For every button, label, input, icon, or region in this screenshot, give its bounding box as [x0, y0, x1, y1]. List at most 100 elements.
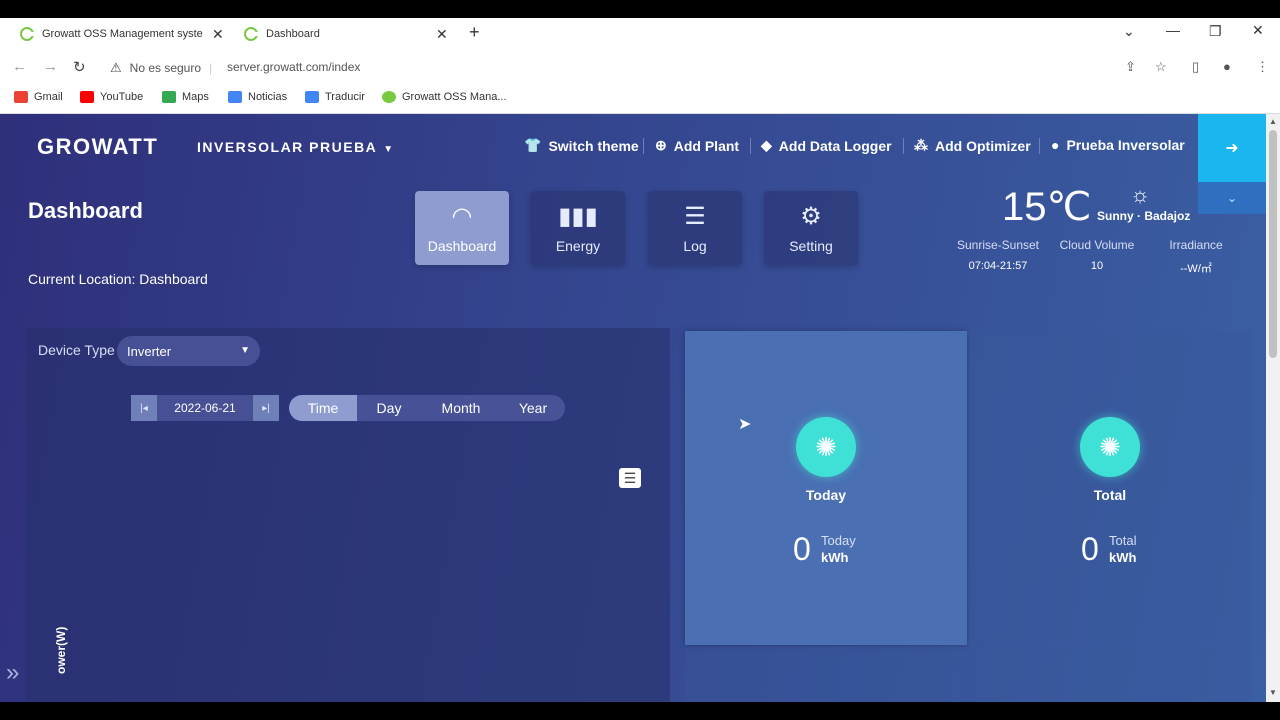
range-year[interactable]: Year	[501, 395, 565, 421]
share-icon[interactable]: ⇪	[1125, 59, 1136, 75]
logout-icon: ➜	[1225, 140, 1239, 157]
bookmark-star-icon[interactable]: ☆	[1155, 59, 1167, 75]
logout-button[interactable]: ➜	[1198, 114, 1266, 182]
growatt-dashboard-page: GROWATT INVERSOLAR PRUEBA ▼ 👕 Switch theme…	[0, 114, 1266, 702]
youtube-icon	[80, 91, 94, 103]
time-range-toggle: Time Day Month Year	[289, 395, 565, 421]
gmail-icon	[14, 91, 28, 103]
tag-icon: ◆	[761, 137, 772, 153]
temperature: 15℃	[1002, 185, 1092, 229]
bookmark-gmail[interactable]: Gmail	[14, 91, 63, 103]
tile-energy[interactable]: ▮▮▮ Energy	[531, 191, 625, 265]
maps-icon	[162, 91, 176, 103]
date-value[interactable]: 2022-06-21	[157, 401, 253, 415]
browser-tabstrip: Growatt OSS Management syste ✕ Dashboard…	[0, 18, 1280, 50]
bookmark-label: Gmail	[34, 91, 63, 103]
bar-chart-icon: ▮▮▮	[558, 203, 598, 230]
card-unit-top: Total	[1109, 533, 1137, 548]
group-icon: ⁂	[914, 137, 928, 153]
browser-tab-growatt-oss[interactable]: Growatt OSS Management syste ✕	[20, 18, 230, 50]
sunrise-value: 07:04-21:57	[968, 260, 1028, 272]
url-field[interactable]: server.growatt.com/index	[227, 60, 360, 74]
minimize-icon[interactable]: —	[1166, 22, 1180, 38]
side-panel-icon[interactable]: ▯	[1192, 59, 1199, 75]
caret-down-icon: ▼	[383, 144, 395, 155]
browser-tab-dashboard[interactable]: Dashboard ✕	[244, 18, 454, 50]
warning-triangle-icon: ⚠	[110, 60, 122, 75]
scroll-up-arrow-icon[interactable]: ▲	[1269, 117, 1277, 126]
switch-theme-button[interactable]: 👕 Switch theme	[524, 137, 639, 154]
range-time[interactable]: Time	[289, 395, 357, 421]
add-plant-button[interactable]: ⊕ Add Plant	[655, 137, 739, 154]
card-unit-bottom: kWh	[821, 550, 849, 565]
chart-menu-icon[interactable]: ☰	[619, 468, 641, 488]
scroll-down-arrow-icon[interactable]: ▼	[1269, 688, 1277, 697]
back-arrow-icon[interactable]: ←	[12, 58, 27, 75]
bookmark-label: Traducir	[325, 91, 365, 103]
new-tab-plus-icon[interactable]: +	[469, 22, 480, 43]
translate-icon	[305, 91, 319, 103]
sun-icon: ✺	[796, 417, 856, 477]
date-picker[interactable]: |◂ 2022-06-21 ▸|	[131, 395, 279, 421]
user-menu[interactable]: ● Prueba Inversolar	[1051, 137, 1185, 153]
scrollbar-thumb[interactable]	[1269, 130, 1277, 358]
sun-icon: ☼	[1130, 182, 1151, 207]
page-scrollbar[interactable]: ▲ ▼	[1266, 114, 1280, 702]
y-axis-label: ower(W)	[54, 626, 68, 674]
add-data-logger-button[interactable]: ◆ Add Data Logger	[761, 137, 892, 154]
tile-label: Energy	[555, 238, 601, 254]
restore-icon[interactable]: ❐	[1209, 23, 1222, 40]
bookmark-growatt[interactable]: Growatt OSS Mana...	[382, 91, 507, 103]
divider	[903, 138, 904, 154]
card-value: 0	[1081, 531, 1099, 567]
collapse-header-button[interactable]: ⌄	[1198, 182, 1266, 214]
news-icon	[228, 91, 242, 103]
tab-search-chevron-icon[interactable]: ⌄	[1123, 23, 1135, 40]
chart-panel	[26, 328, 670, 702]
shirt-icon: 👕	[524, 137, 542, 153]
bookmark-maps[interactable]: Maps	[162, 91, 209, 103]
total-energy-card: ✺ Total 0 Total kWh	[969, 331, 1251, 645]
irradiance-value: --W/㎡	[1180, 263, 1212, 275]
tile-log[interactable]: ☰ Log	[648, 191, 742, 265]
plant-selector[interactable]: INVERSOLAR PRUEBA ▼	[197, 139, 395, 155]
range-month[interactable]: Month	[421, 395, 501, 421]
divider: |	[209, 61, 213, 75]
more-menu-icon[interactable]: ⋮	[1256, 59, 1269, 75]
growatt-logo[interactable]: GROWATT	[37, 134, 158, 160]
bookmark-youtube[interactable]: YouTube	[80, 91, 143, 103]
list-icon: ☰	[684, 203, 706, 230]
prev-date-button[interactable]: |◂	[131, 395, 157, 421]
divider	[1039, 138, 1040, 154]
window-close-icon[interactable]: ✕	[1252, 22, 1264, 39]
device-type-value: Inverter	[127, 344, 172, 359]
breadcrumb: Current Location: Dashboard	[28, 271, 208, 287]
screen-bottom-border	[0, 702, 1280, 720]
add-optimizer-button[interactable]: ⁂ Add Optimizer	[914, 137, 1031, 154]
security-indicator[interactable]: ⚠ No es seguro |	[110, 60, 220, 76]
nav-label: Add Plant	[673, 137, 740, 154]
next-date-button[interactable]: ▸|	[253, 395, 279, 421]
tile-label: Log	[683, 238, 707, 254]
expand-chevron-icon[interactable]: »	[6, 659, 19, 687]
close-tab-icon[interactable]: ✕	[212, 26, 224, 43]
card-label: Total	[1093, 487, 1127, 503]
reload-icon[interactable]: ↻	[73, 58, 86, 76]
nav-label: Add Optimizer	[935, 137, 1031, 154]
bookmark-noticias[interactable]: Noticias	[228, 91, 287, 103]
close-tab-icon[interactable]: ✕	[436, 26, 448, 43]
bookmark-traducir[interactable]: Traducir	[305, 91, 365, 103]
range-day[interactable]: Day	[357, 395, 421, 421]
card-unit-bottom: kWh	[1109, 550, 1137, 565]
sun-icon: ✺	[1080, 417, 1140, 477]
tile-setting[interactable]: ⚙ Setting	[764, 191, 858, 265]
irradiance-label: Irradiance	[1169, 238, 1223, 252]
device-type-select[interactable]: Inverter ▼	[117, 336, 260, 366]
chevron-down-icon: ⌄	[1226, 191, 1238, 205]
stat-card-lower	[969, 647, 1251, 702]
forward-arrow-icon[interactable]: →	[43, 58, 58, 75]
tile-dashboard[interactable]: ◠ Dashboard	[415, 191, 509, 265]
divider	[643, 138, 644, 154]
profile-icon[interactable]: ●	[1223, 59, 1231, 74]
bookmark-label: Noticias	[248, 91, 288, 103]
